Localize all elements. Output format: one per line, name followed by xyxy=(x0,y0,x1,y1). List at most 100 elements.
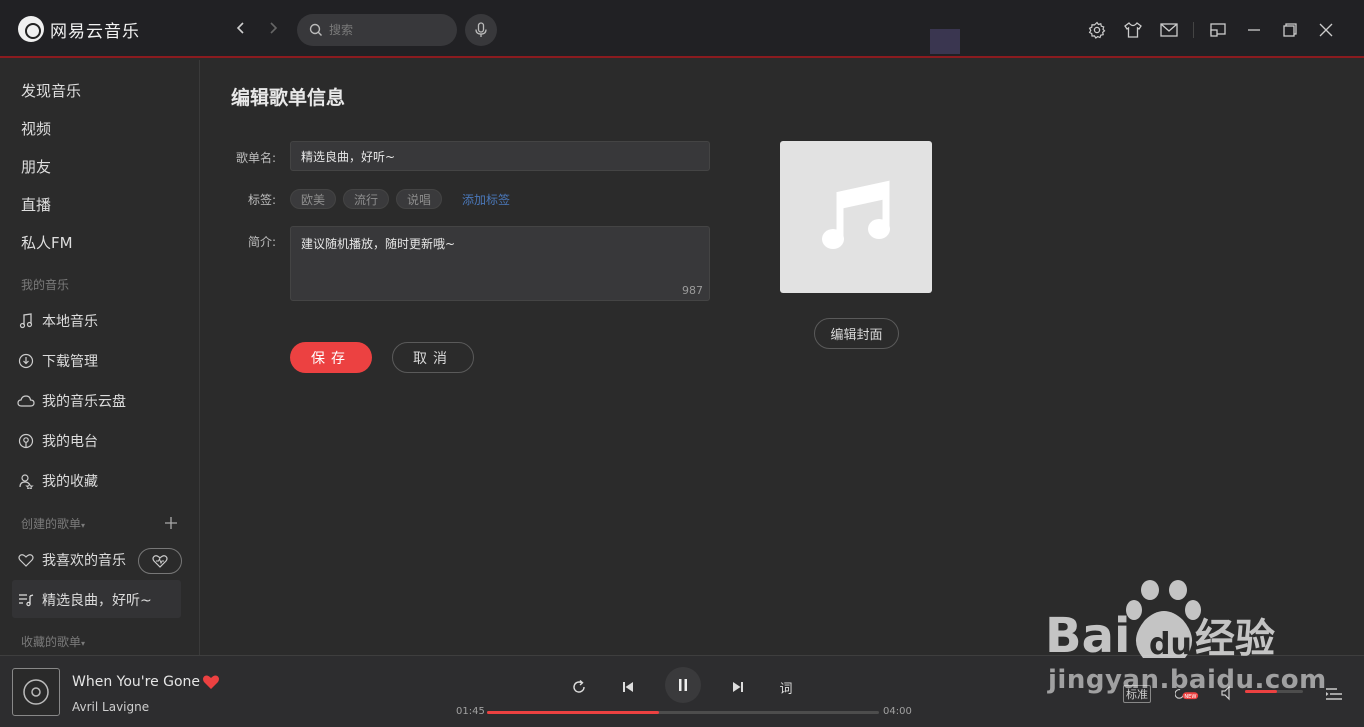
skin-button[interactable] xyxy=(1115,19,1151,41)
vinyl-icon xyxy=(23,679,49,705)
netease-logo-icon xyxy=(18,16,44,42)
cloud-icon xyxy=(17,392,35,410)
heartbeat-icon xyxy=(152,555,168,568)
close-icon xyxy=(1319,23,1333,37)
sidebar-item-video[interactable]: 视频 xyxy=(21,118,51,139)
heart-icon xyxy=(17,551,35,569)
app-logo[interactable]: 网易云音乐 xyxy=(18,16,140,42)
pause-button[interactable] xyxy=(665,667,701,703)
search-icon xyxy=(309,23,322,36)
name-label: 歌单名: xyxy=(235,151,276,165)
sidebar-item-label: 本地音乐 xyxy=(42,314,98,330)
sidebar-item-discover[interactable]: 发现音乐 xyxy=(21,80,81,101)
my-music-header: 我的音乐 xyxy=(21,278,70,292)
album-art[interactable] xyxy=(12,668,60,716)
sidebar-item-label: 精选良曲，好听~ xyxy=(42,593,152,609)
sidebar-item-downloads[interactable]: 下载管理 xyxy=(17,351,98,371)
description-label: 简介: xyxy=(247,235,276,249)
mail-icon xyxy=(1160,23,1178,37)
sidebar-item-cloud[interactable]: 我的音乐云盘 xyxy=(17,391,126,411)
cancel-button[interactable]: 取消 xyxy=(392,342,474,373)
like-button[interactable] xyxy=(202,674,220,694)
settings-button[interactable] xyxy=(1079,19,1115,41)
lyrics-button[interactable]: 词 xyxy=(774,675,798,699)
collection-icon xyxy=(17,472,35,490)
sidebar-item-label: 我的电台 xyxy=(42,434,98,450)
edit-cover-button[interactable]: 编辑封面 xyxy=(814,318,899,349)
sidebar-item-fm[interactable]: 私人FM xyxy=(21,232,73,253)
tags-label: 标签: xyxy=(247,193,276,207)
sidebar-item-collection[interactable]: 我的收藏 xyxy=(17,471,98,491)
artist-name[interactable]: Avril Lavigne xyxy=(72,700,149,714)
title-divider xyxy=(1193,22,1194,38)
next-button[interactable] xyxy=(726,675,750,699)
tshirt-icon xyxy=(1124,22,1142,38)
progress-bar[interactable] xyxy=(487,711,879,714)
playlist-icon xyxy=(17,591,35,609)
song-title[interactable]: When You're Gone xyxy=(72,674,200,690)
sidebar-item-label: 下载管理 xyxy=(42,354,98,370)
created-playlists-header[interactable]: 创建的歌单▾ xyxy=(21,515,85,532)
char-count: 987 xyxy=(682,284,703,297)
sidebar-item-liked-music[interactable]: 我喜欢的音乐 xyxy=(17,550,126,570)
tag-chip[interactable]: 流行 xyxy=(343,189,390,209)
download-icon xyxy=(17,352,35,370)
add-tag-link[interactable]: 添加标签 xyxy=(462,191,510,208)
back-arrow-icon[interactable] xyxy=(231,20,251,39)
sidebar-item-label: 我的音乐云盘 xyxy=(42,394,126,410)
total-time: 04:00 xyxy=(883,706,912,717)
heart-filled-icon xyxy=(203,675,219,689)
close-button[interactable] xyxy=(1308,19,1344,41)
description-textarea[interactable]: 建议随机播放，随时更新哦~ 987 xyxy=(290,226,710,301)
music-note-icon xyxy=(17,312,35,330)
next-icon xyxy=(733,682,743,692)
music-note-icon xyxy=(822,180,890,249)
sidebar-item-radio[interactable]: 我的电台 xyxy=(17,431,98,451)
add-playlist-button[interactable] xyxy=(164,514,178,535)
minimize-icon xyxy=(1248,29,1260,31)
title-decoration xyxy=(930,29,960,54)
title-bar: 网易云音乐 xyxy=(0,0,1364,58)
maximize-button[interactable] xyxy=(1272,19,1308,41)
tag-chip[interactable]: 说唱 xyxy=(396,189,443,209)
sidebar-item-label: 我喜欢的音乐 xyxy=(42,553,126,569)
mini-mode-button[interactable] xyxy=(1200,19,1236,41)
pause-icon xyxy=(679,679,687,691)
gear-icon xyxy=(1088,21,1106,39)
tag-chip[interactable]: 欧美 xyxy=(290,189,337,209)
restore-icon xyxy=(1283,23,1297,37)
sidebar-item-live[interactable]: 直播 xyxy=(21,194,51,215)
edit-playlist-panel: 编辑歌单信息 歌单名: 标签: 欧美 流行 说唱 添加标签 简介: 建议随机播放… xyxy=(201,60,1364,655)
sidebar-item-friends[interactable]: 朋友 xyxy=(21,156,51,177)
tag-list: 欧美 流行 说唱 添加标签 xyxy=(290,189,510,209)
collected-playlists-header[interactable]: 收藏的歌单▾ xyxy=(21,633,85,650)
heartbeat-mode-button[interactable] xyxy=(138,548,182,574)
sidebar: 发现音乐 视频 朋友 直播 私人FM 我的音乐 本地音乐 下载管理 我的音乐云盘… xyxy=(0,60,200,655)
playlist-name-input[interactable] xyxy=(290,141,710,171)
loop-mode-button[interactable] xyxy=(567,675,591,699)
plus-icon xyxy=(165,517,177,529)
messages-button[interactable] xyxy=(1151,19,1187,41)
sidebar-item-label: 我的收藏 xyxy=(42,474,98,490)
previous-icon xyxy=(623,682,633,692)
voice-search-button[interactable] xyxy=(465,14,497,46)
repeat-icon xyxy=(573,679,585,693)
cover-image[interactable] xyxy=(780,141,932,293)
sidebar-item-local-music[interactable]: 本地音乐 xyxy=(17,311,98,331)
sidebar-item-current-playlist[interactable]: 精选良曲，好听~ xyxy=(17,590,152,610)
queue-icon xyxy=(1326,688,1342,700)
watermark-text: jingyan.baidu.com xyxy=(1048,665,1327,695)
save-button[interactable]: 保存 xyxy=(290,342,372,373)
page-title: 编辑歌单信息 xyxy=(231,87,346,109)
minimize-button[interactable] xyxy=(1236,19,1272,41)
progress-fill xyxy=(487,711,660,714)
search-input[interactable] xyxy=(329,23,439,37)
mini-player-icon xyxy=(1210,23,1226,37)
search-box[interactable] xyxy=(297,14,457,46)
app-name: 网易云音乐 xyxy=(50,21,140,42)
window-controls xyxy=(1079,19,1344,41)
previous-button[interactable] xyxy=(616,675,640,699)
microphone-icon xyxy=(475,22,487,37)
radio-icon xyxy=(17,432,35,450)
forward-arrow-icon[interactable] xyxy=(263,20,283,39)
